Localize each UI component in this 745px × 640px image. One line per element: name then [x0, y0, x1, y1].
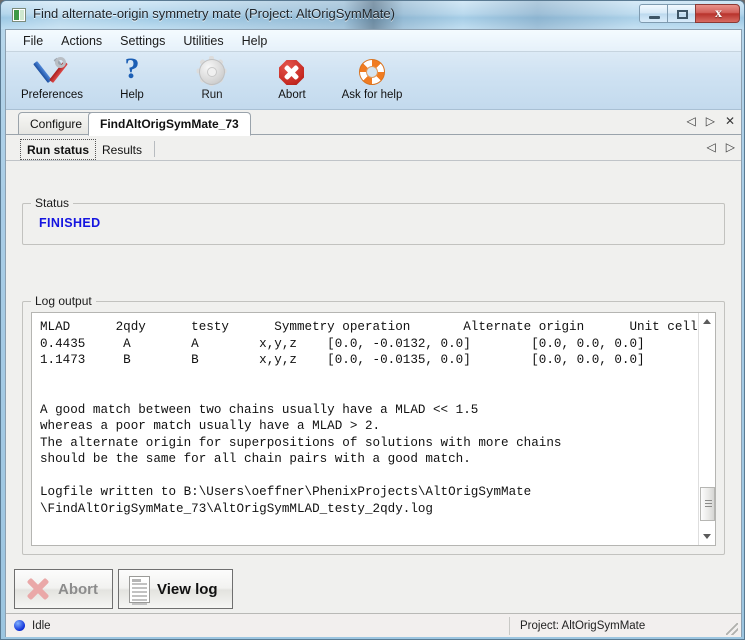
- toolbar-label-abort: Abort: [278, 89, 306, 101]
- outer-tab-prev-icon[interactable]: ◁: [686, 114, 695, 128]
- menu-help[interactable]: Help: [233, 32, 277, 50]
- maximize-icon: [677, 10, 688, 19]
- scrollbar-thumb[interactable]: [700, 487, 715, 521]
- tab-run-status[interactable]: Run status: [20, 139, 96, 160]
- outer-tab-bar: Configure FindAltOrigSymMate_73 ◁ ▷ ✕: [6, 110, 741, 135]
- blue-dot-icon: [14, 620, 25, 631]
- status-bar-project: Project: AltOrigSymMate: [510, 620, 741, 632]
- log-output-text: MLAD 2qdy testy Symmetry operation Alter…: [40, 319, 695, 517]
- title-bar: Find alternate-origin symmetry mate (Pro…: [1, 1, 745, 29]
- outer-tab-nav: ◁ ▷ ✕: [686, 114, 735, 128]
- tools-icon: [36, 56, 68, 88]
- tab-configure[interactable]: Configure: [18, 112, 94, 135]
- abort-button-label: Abort: [58, 581, 98, 598]
- question-mark-icon: ?: [116, 56, 148, 88]
- run-status-panel: Status FINISHED Log output MLAD 2qdy tes…: [6, 161, 741, 613]
- toolbar-button-abort[interactable]: Abort: [252, 52, 332, 108]
- app-window-icon: [12, 8, 26, 22]
- grip-icon: [705, 500, 712, 509]
- window-controls: x: [640, 4, 740, 23]
- tab-findaltorigsymmate-73[interactable]: FindAltOrigSymMate_73: [88, 112, 251, 136]
- chevron-up-icon: [703, 319, 711, 324]
- toolbar-button-ask-for-help[interactable]: Ask for help: [332, 52, 412, 108]
- tab-results[interactable]: Results: [96, 139, 148, 160]
- close-button[interactable]: x: [695, 4, 740, 23]
- status-badge: FINISHED: [39, 216, 101, 230]
- inner-tab-separator: [154, 141, 155, 157]
- toolbar-button-help[interactable]: ? Help: [92, 52, 172, 108]
- status-bar: Idle Project: AltOrigSymMate: [6, 613, 741, 637]
- menu-file[interactable]: File: [14, 32, 52, 50]
- inner-tab-prev-icon[interactable]: ◁: [707, 140, 716, 154]
- outer-tab-next-icon[interactable]: ▷: [706, 114, 715, 128]
- log-output-group: Log output MLAD 2qdy testy Symmetry oper…: [22, 301, 725, 555]
- toolbar-button-run[interactable]: Run: [172, 52, 252, 108]
- gear-icon: [196, 56, 228, 88]
- log-output-textarea[interactable]: MLAD 2qdy testy Symmetry operation Alter…: [31, 312, 716, 546]
- toolbar-label-help: Help: [120, 89, 144, 101]
- close-icon: x: [696, 6, 741, 22]
- toolbar-button-preferences[interactable]: Preferences: [12, 52, 92, 108]
- inner-tab-nav: ◁ ▷: [707, 140, 735, 154]
- minimize-icon: [649, 16, 660, 19]
- toolbar-label-run: Run: [201, 89, 222, 101]
- outer-tab-close-icon[interactable]: ✕: [725, 114, 735, 128]
- inner-tab-bar: Run status Results ◁ ▷: [6, 135, 741, 161]
- inner-tab-next-icon[interactable]: ▷: [726, 140, 735, 154]
- status-bar-state: Idle: [32, 620, 51, 632]
- life-ring-icon: [356, 56, 388, 88]
- resize-grip-icon[interactable]: [726, 623, 738, 635]
- document-icon: [129, 576, 150, 603]
- abort-button[interactable]: Abort: [14, 569, 113, 609]
- action-button-row: Abort View log: [14, 565, 233, 613]
- status-group-title: Status: [31, 196, 73, 210]
- log-scrollbar[interactable]: [698, 313, 715, 545]
- toolbar: Preferences ? Help Run Abort: [6, 52, 741, 110]
- maximize-button[interactable]: [667, 4, 696, 23]
- menu-actions[interactable]: Actions: [52, 32, 111, 50]
- scroll-down-button[interactable]: [699, 528, 716, 545]
- status-bar-left: Idle: [6, 620, 509, 632]
- chevron-down-icon: [703, 534, 711, 539]
- stop-sign-icon: [276, 56, 308, 88]
- toolbar-label-preferences: Preferences: [21, 89, 83, 101]
- scroll-up-button[interactable]: [699, 313, 716, 330]
- view-log-button-label: View log: [157, 581, 218, 598]
- status-group: Status FINISHED: [22, 203, 725, 245]
- toolbar-label-ask-for-help: Ask for help: [342, 89, 403, 101]
- minimize-button[interactable]: [639, 4, 668, 23]
- menu-bar: File Actions Settings Utilities Help: [6, 30, 741, 52]
- view-log-button[interactable]: View log: [118, 569, 233, 609]
- x-cross-icon: [25, 576, 51, 602]
- client-area: File Actions Settings Utilities Help Pre…: [5, 29, 742, 637]
- window-title: Find alternate-origin symmetry mate (Pro…: [33, 6, 395, 21]
- menu-settings[interactable]: Settings: [111, 32, 174, 50]
- application-window: Find alternate-origin symmetry mate (Pro…: [0, 0, 745, 640]
- menu-utilities[interactable]: Utilities: [174, 32, 232, 50]
- log-output-group-title: Log output: [31, 294, 96, 308]
